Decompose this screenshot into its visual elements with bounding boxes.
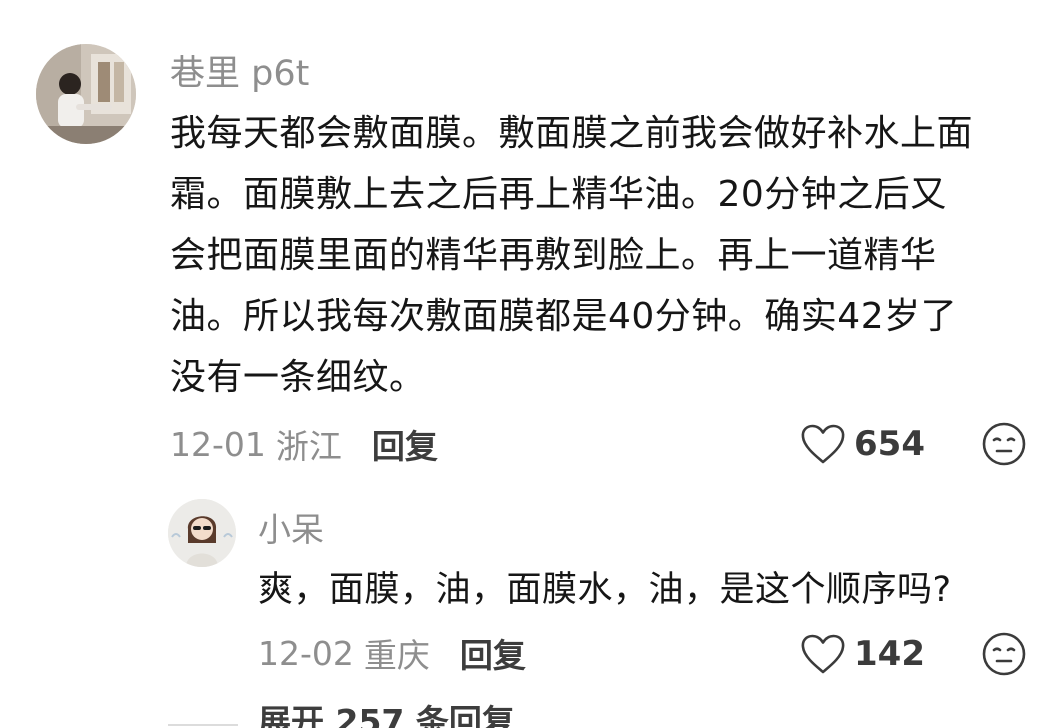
- reply-button[interactable]: 回复: [372, 420, 438, 468]
- reaction-button[interactable]: [980, 420, 1028, 468]
- like-count: 654: [854, 424, 925, 464]
- comment-text-line: 我每天都会敷面膜。敷面膜之前我会做好补水上面: [170, 113, 974, 154]
- neutral-face-icon: [982, 422, 1026, 466]
- reply-like-button[interactable]: 142: [800, 628, 925, 680]
- comment-date: 12-01: [170, 424, 266, 464]
- avatar-photo: [36, 44, 136, 144]
- neutral-face-icon: [982, 632, 1026, 676]
- reply-reaction-button[interactable]: [980, 630, 1028, 678]
- expand-divider: [168, 724, 238, 726]
- heart-outline-icon: [801, 634, 845, 674]
- reply-username[interactable]: 小呆: [258, 508, 324, 552]
- comment-text-line: 油。所以我每次敷面膜都是40分钟。确实42岁了: [170, 296, 958, 337]
- comment-location: 浙江: [275, 427, 342, 466]
- reply-location: 重庆: [363, 636, 430, 675]
- reply-user-avatar[interactable]: [168, 499, 236, 567]
- like-button[interactable]: 654: [800, 418, 925, 470]
- expand-replies-button[interactable]: 展开 257 条回复: [258, 700, 515, 728]
- comment-text: 我每天都会敷面膜。敷面膜之前我会做好补水上面 霜。面膜敷上去之后再上精华油。20…: [170, 103, 1030, 408]
- comment-text-line: 霜。面膜敷上去之后再上精华油。20分钟之后又: [170, 174, 947, 215]
- comment-text-line: 没有一条细纹。: [170, 357, 426, 398]
- reply-button[interactable]: 回复: [460, 629, 526, 677]
- reply-text: 爽，面膜，油，面膜水，油，是这个顺序吗?: [258, 570, 952, 610]
- reply-like-count: 142: [854, 634, 925, 674]
- avatar-photo: [168, 499, 236, 567]
- reply-date: 12-02: [258, 633, 354, 673]
- heart-outline-icon: [801, 424, 845, 464]
- comment-meta: 12-01 浙江 回复: [170, 416, 438, 472]
- comment-text-line: 会把面膜里面的精华再敷到脸上。再上一道精华: [170, 235, 937, 276]
- comment-username[interactable]: 巷里 p6t: [170, 50, 309, 98]
- comment-thread: 巷里 p6t 我每天都会敷面膜。敷面膜之前我会做好补水上面 霜。面膜敷上去之后再…: [0, 0, 1064, 728]
- user-avatar[interactable]: [36, 44, 136, 144]
- reply-meta: 12-02 重庆 回复: [258, 626, 526, 680]
